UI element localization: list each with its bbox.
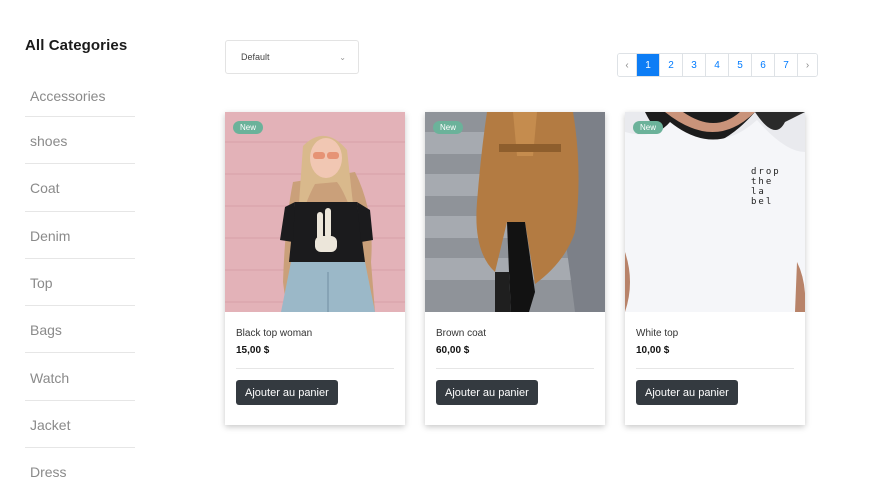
category-list: Accessories shoes Coat Denim Top Bags Wa…: [25, 74, 135, 484]
pagination-page-7[interactable]: 7: [775, 54, 798, 76]
add-to-cart-button[interactable]: Ajouter au panier: [236, 380, 338, 405]
category-item-watch[interactable]: Watch: [25, 353, 135, 401]
product-name[interactable]: White top: [636, 328, 794, 339]
new-badge: New: [633, 121, 664, 134]
pagination-page-5[interactable]: 5: [729, 54, 752, 76]
category-sidebar: All Categories Accessories shoes Coat De…: [25, 37, 135, 484]
category-item-accessories[interactable]: Accessories: [25, 74, 135, 117]
pagination-prev-button[interactable]: ‹: [618, 54, 637, 76]
product-price: 60,00 $: [436, 345, 470, 356]
product-name[interactable]: Brown coat: [436, 328, 594, 339]
pagination-page-1[interactable]: 1: [637, 54, 660, 76]
pagination-page-3[interactable]: 3: [683, 54, 706, 76]
product-photo: [425, 112, 605, 312]
card-divider: [436, 368, 594, 369]
product-info: Black top woman 15,00 $ Ajouter au panie…: [225, 312, 405, 405]
card-divider: [636, 368, 794, 369]
product-card[interactable]: New Brown coat 60,00 $ Ajouter au panier: [425, 112, 605, 425]
category-item-dress[interactable]: Dress: [25, 448, 135, 484]
category-item-jacket[interactable]: Jacket: [25, 401, 135, 449]
category-item-top[interactable]: Top: [25, 259, 135, 307]
pagination-page-6[interactable]: 6: [752, 54, 775, 76]
sidebar-title: All Categories: [25, 37, 128, 54]
category-item-denim[interactable]: Denim: [25, 212, 135, 259]
category-item-coat[interactable]: Coat: [25, 164, 135, 212]
sort-selected-value: Default: [241, 52, 270, 62]
product-name[interactable]: Black top woman: [236, 328, 394, 339]
new-badge: New: [233, 121, 264, 134]
product-image[interactable]: New: [225, 112, 405, 312]
product-price: 15,00 $: [236, 345, 270, 356]
product-photo: drop the la bel: [625, 112, 805, 312]
product-photo: [225, 112, 405, 312]
new-badge: New: [433, 121, 464, 134]
category-item-shoes[interactable]: shoes: [25, 117, 135, 165]
product-info: White top 10,00 $ Ajouter au panier: [625, 312, 805, 405]
category-item-bags[interactable]: Bags: [25, 306, 135, 354]
pagination-page-4[interactable]: 4: [706, 54, 729, 76]
product-card[interactable]: New Black top woman 15,00 $ Ajouter au p…: [225, 112, 405, 425]
card-divider: [236, 368, 394, 369]
chevron-down-icon: ⌄: [339, 52, 346, 62]
add-to-cart-button[interactable]: Ajouter au panier: [636, 380, 738, 405]
product-card[interactable]: New drop the la bel White top 10,00 $ Ajout…: [625, 112, 805, 425]
pagination: ‹ 1 2 3 4 5 6 7 ›: [617, 53, 818, 77]
product-image[interactable]: New: [425, 112, 605, 312]
pagination-page-2[interactable]: 2: [660, 54, 683, 76]
product-info: Brown coat 60,00 $ Ajouter au panier: [425, 312, 605, 405]
product-image[interactable]: New drop the la bel: [625, 112, 805, 312]
product-price: 10,00 $: [636, 345, 670, 356]
sort-select[interactable]: Default ⌄: [225, 40, 359, 74]
add-to-cart-button[interactable]: Ajouter au panier: [436, 380, 538, 405]
pagination-next-button[interactable]: ›: [798, 54, 817, 76]
